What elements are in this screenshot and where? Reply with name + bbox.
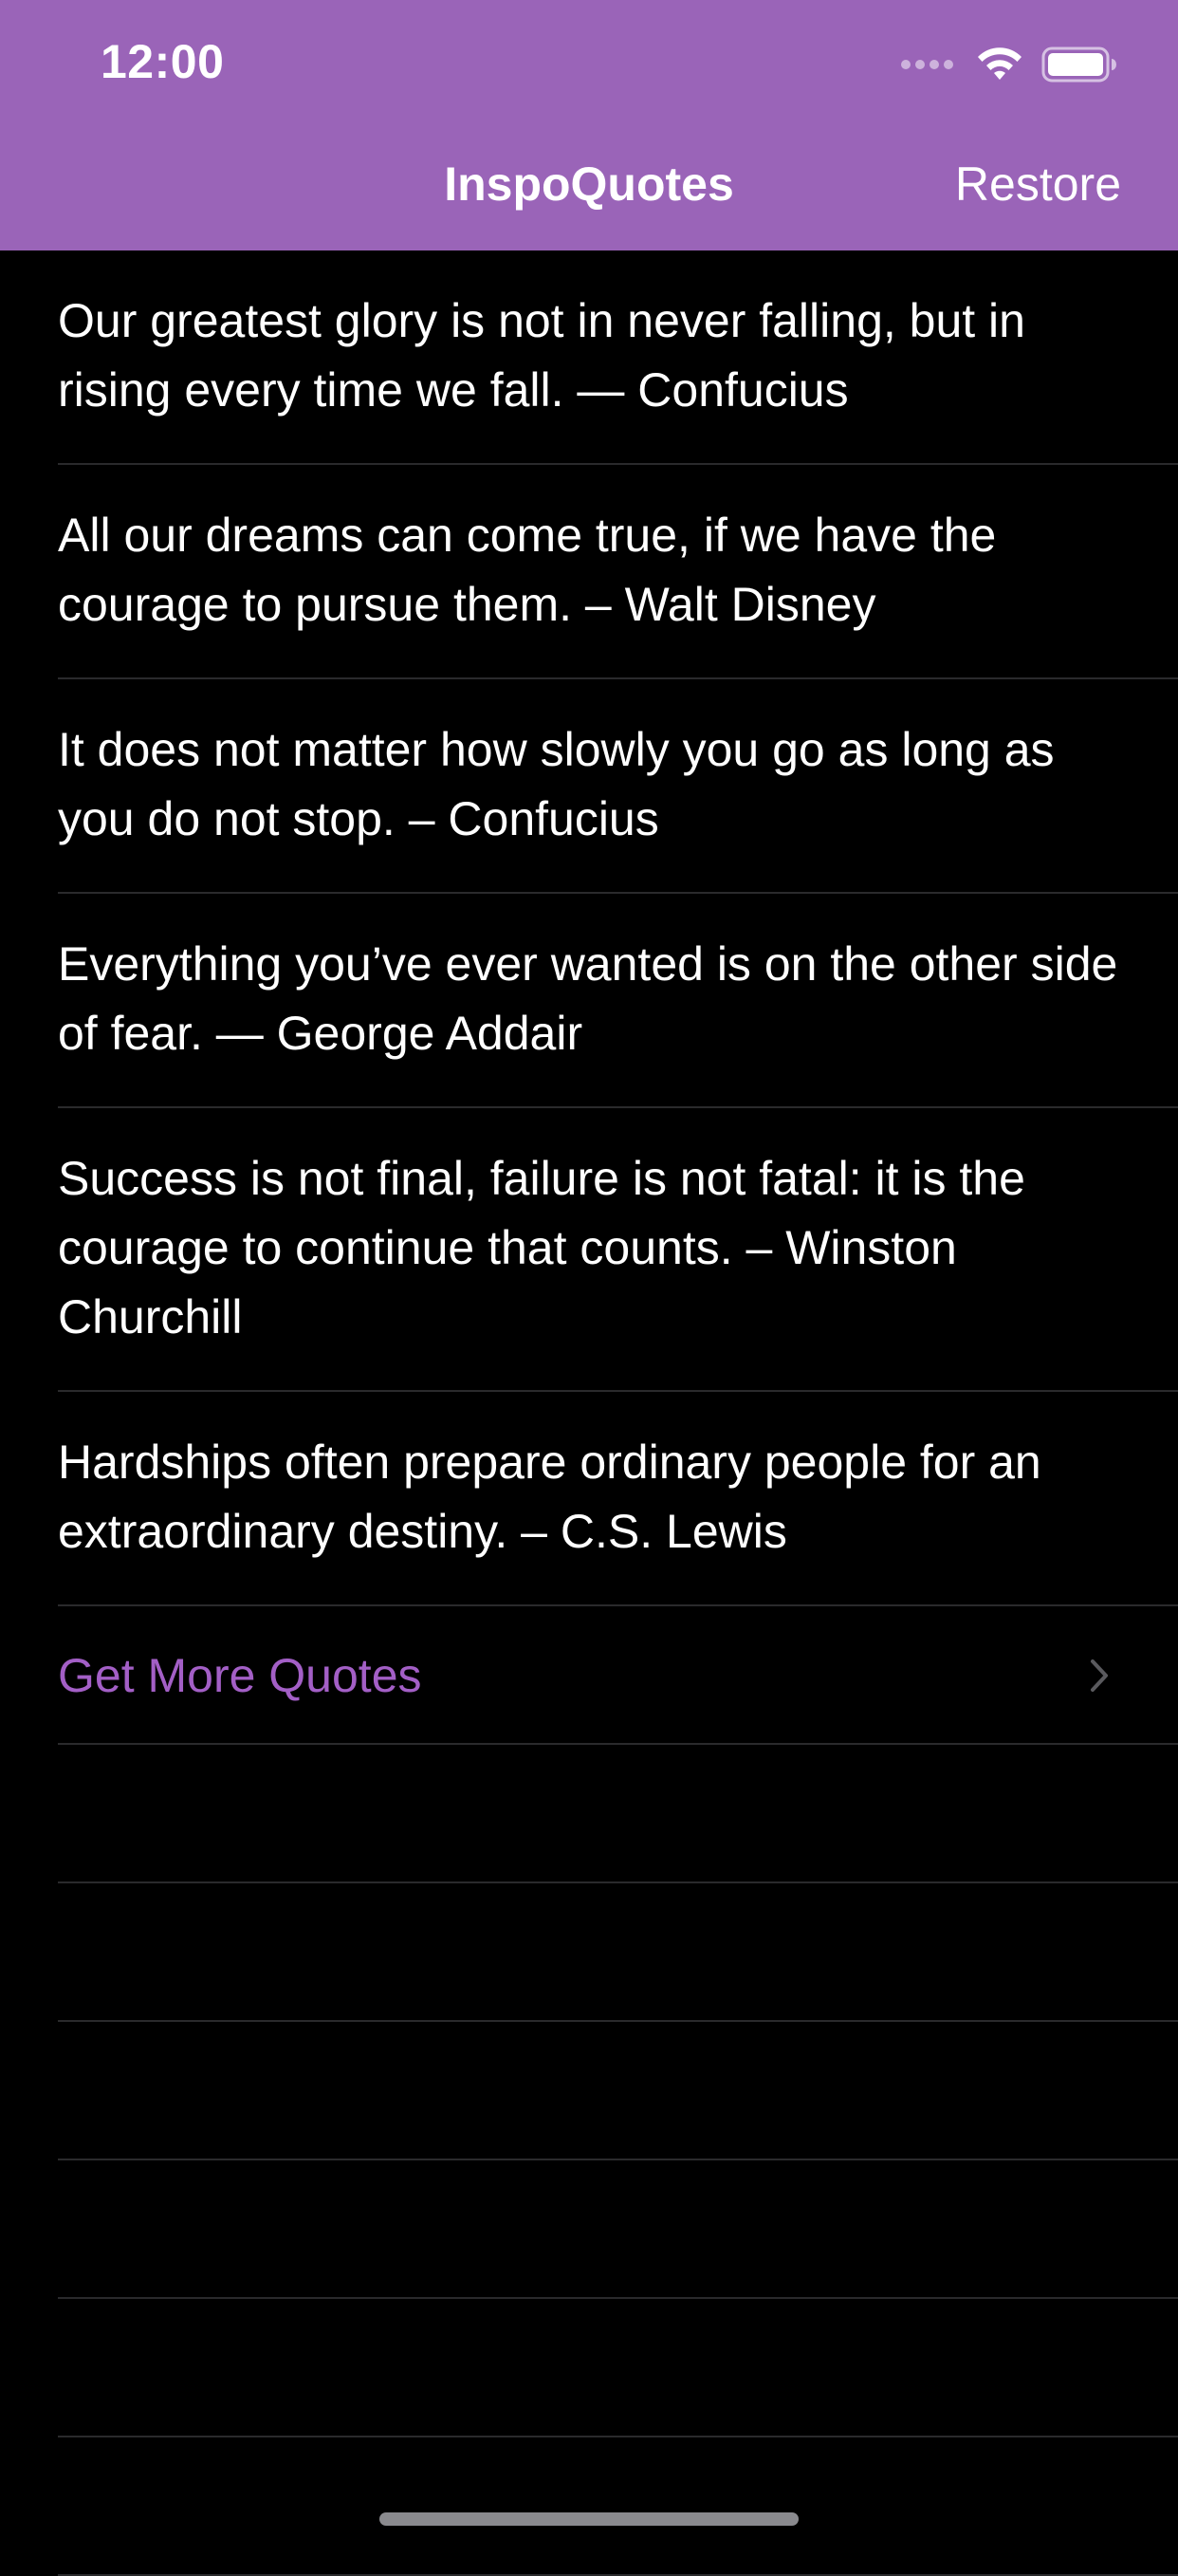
empty-row [0,2022,1178,2160]
status-time: 12:00 [101,35,225,88]
get-more-quotes-row[interactable]: Get More Quotes [0,1606,1178,1745]
restore-button[interactable]: Restore [955,157,1121,212]
chevron-right-icon [1091,1659,1108,1692]
quote-list: Our greatest glory is not in never falli… [0,250,1178,2576]
get-more-quotes-label: Get More Quotes [58,1649,422,1702]
battery-icon [1041,46,1116,83]
empty-row [0,1883,1178,2022]
quote-cell[interactable]: Our greatest glory is not in never falli… [0,250,1178,465]
quote-cell[interactable]: It does not matter how slowly you go as … [0,679,1178,894]
quote-cell[interactable]: Hardships often prepare ordinary people … [0,1392,1178,1606]
wifi-icon [978,47,1022,80]
quote-cell[interactable]: All our dreams can come true, if we have… [0,465,1178,679]
navigation-header: 12:00 InspoQuotes Restore [0,0,1178,250]
empty-row [0,1745,1178,1883]
quote-cell[interactable]: Success is not final, failure is not fat… [0,1108,1178,1392]
quote-cell[interactable]: Everything you’ve ever wanted is on the … [0,894,1178,1108]
empty-row [0,2160,1178,2299]
empty-row [0,2299,1178,2437]
empty-row [0,2437,1178,2576]
status-icons [901,42,1117,87]
home-indicator[interactable] [379,2512,799,2526]
cellular-signal-icon [901,60,958,69]
